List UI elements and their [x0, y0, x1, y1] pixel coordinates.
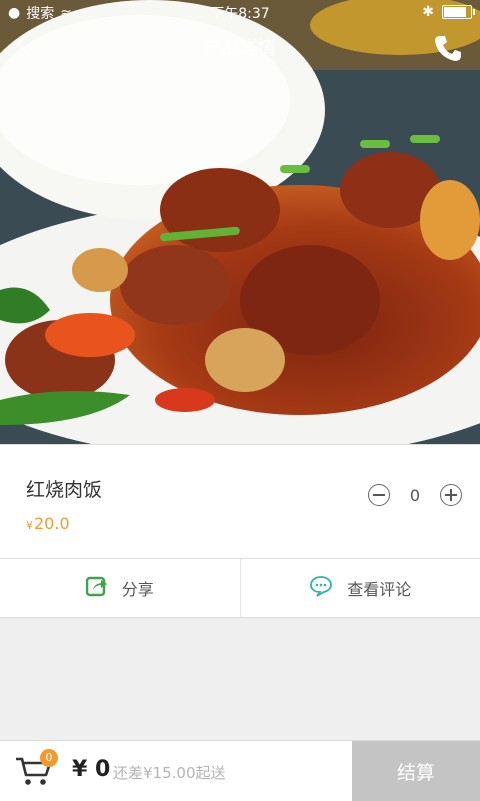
share-label: 分享	[122, 576, 154, 600]
checkout-button[interactable]: 结算	[352, 741, 480, 801]
quantity-stepper: 0	[368, 484, 462, 506]
page-title: 产品详情	[0, 34, 480, 60]
product-info: 红烧肉饭 ¥20.0 0	[0, 444, 480, 559]
bluetooth-icon: ✱	[422, 4, 434, 20]
cart-badge: 0	[40, 749, 58, 767]
reviews-label: 查看评论	[347, 576, 411, 600]
comment-icon	[309, 575, 333, 601]
minus-icon[interactable]	[368, 484, 390, 506]
cart-total: ¥ 0	[72, 757, 110, 782]
product-name: 红烧肉饭	[26, 475, 102, 502]
price-value: 20.0	[34, 514, 70, 533]
min-order-hint: 还差¥15.00起送	[113, 762, 226, 783]
currency-symbol: ¥	[26, 519, 33, 532]
view-reviews-button[interactable]: 查看评论	[241, 559, 480, 617]
product-price: ¥20.0	[26, 514, 70, 533]
status-time: 下午8:37	[0, 3, 480, 23]
action-bar: 分享 查看评论	[0, 558, 480, 618]
quantity-value: 0	[408, 486, 422, 505]
phone-icon[interactable]	[432, 32, 464, 68]
share-button[interactable]: 分享	[0, 559, 241, 617]
share-icon	[86, 575, 108, 601]
plus-icon[interactable]	[440, 484, 462, 506]
battery-icon	[442, 5, 472, 19]
status-bar: ● 搜索 ≈ 下午8:37 ✱	[0, 0, 480, 24]
status-right: ✱	[422, 4, 472, 20]
product-image	[0, 0, 480, 444]
cart-bar: 0 ¥ 0 还差¥15.00起送 结算	[0, 740, 480, 801]
